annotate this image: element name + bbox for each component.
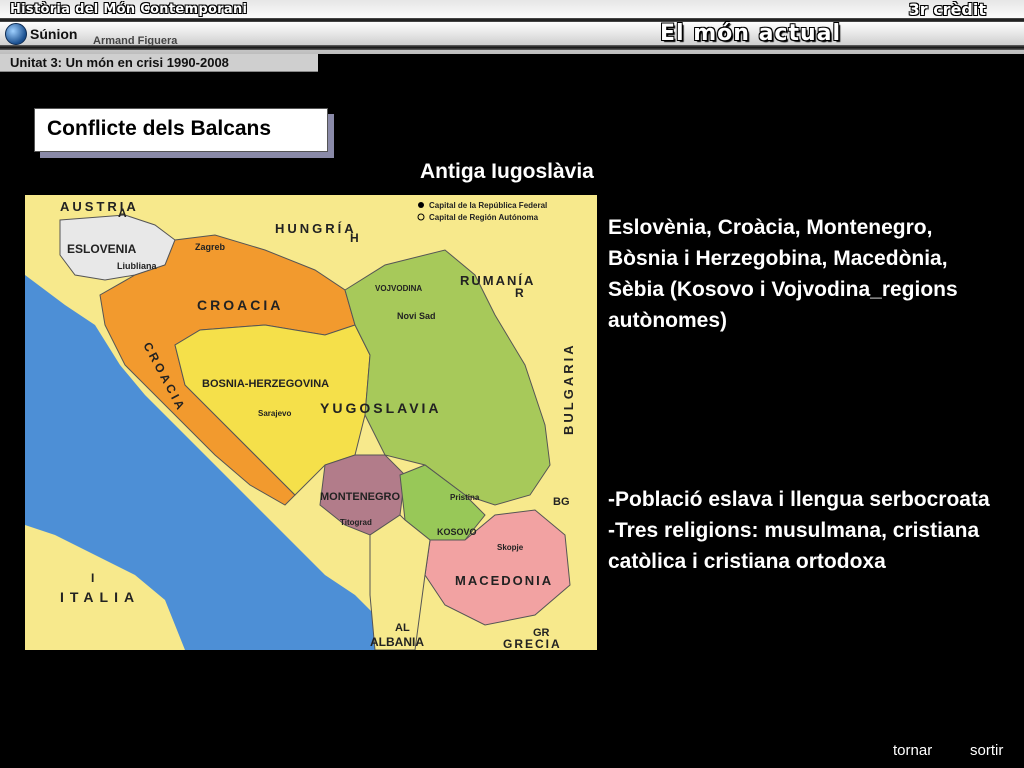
map-image: Capital de la República Federal Capital … [25, 195, 597, 650]
map-code-italia: I [91, 571, 94, 585]
map-label-hungria: HUNGRÍA [275, 221, 357, 236]
header-divider [0, 18, 1024, 22]
map-city-ljubljana: Liubliana [117, 261, 157, 271]
yugoslavia-map: Capital de la República Federal Capital … [25, 195, 597, 650]
map-label-rumania: RUMANÍA [460, 273, 535, 288]
author-name: Armand Figuera [93, 35, 178, 47]
map-city-titograd: Titograd [340, 518, 372, 527]
map-code-austria: A [118, 206, 127, 220]
slide-title: Conflicte dels Balcans [47, 117, 272, 140]
legend-item: Capital de Región Autónoma [429, 213, 539, 222]
map-code-hungria: H [350, 231, 359, 245]
map-city-sarajevo: Sarajevo [258, 409, 291, 418]
characteristic-item: -Tres religions: musulmana, cristiana ca… [608, 519, 980, 573]
unit-tab: Unitat 3: Un món en crisi 1990-2008 [0, 54, 318, 72]
map-label-bosnia: BOSNIA-HERZEGOVINA [202, 378, 329, 390]
map-label-vojvodina: VOJVODINA [375, 284, 422, 293]
back-link[interactable]: tornar [893, 742, 932, 759]
map-label-italia: ITALIA [60, 589, 140, 605]
countries-text: Eslovènia, Croàcia, Montenegro, Bòsnia i… [608, 216, 958, 332]
characteristic-item: -Població eslava i llengua serbocroata [608, 488, 990, 511]
course-title: Història del Món Contemporani [10, 2, 248, 17]
map-city-zagreb: Zagreb [195, 242, 226, 252]
credit-label: 3r crèdit [908, 0, 986, 19]
logo-text: Súnion [30, 26, 78, 42]
map-label-kosovo: KOSOVO [437, 527, 477, 537]
map-label-albania: ALBANIA [370, 635, 424, 649]
map-code-rumania: R [515, 286, 524, 300]
legend-item: Capital de la República Federal [429, 201, 547, 210]
map-city-skopje: Skopje [497, 543, 524, 552]
characteristics-text: -Població eslava i llengua serbocroata -… [608, 484, 1008, 577]
map-code-albania: AL [395, 622, 410, 634]
map-label-macedonia: MACEDONIA [455, 573, 553, 588]
globe-icon [5, 23, 27, 45]
slide-title-box: Conflicte dels Balcans [34, 108, 328, 152]
map-label-montenegro: MONTENEGRO [320, 491, 401, 503]
legend-marker-icon [418, 202, 424, 208]
map-label-croacia: CROACIA [197, 297, 283, 313]
unit-label: Unitat 3: Un món en crisi 1990-2008 [10, 55, 229, 70]
publisher-logo: Súnion [5, 23, 77, 45]
topic-title: El món actual [660, 21, 842, 46]
map-label-austria: AUSTRIA [60, 199, 139, 214]
map-label-bulgaria: BULGARIA [561, 342, 576, 435]
exit-link[interactable]: sortir [970, 742, 1003, 759]
map-city-pristina: Pristina [450, 493, 480, 502]
map-label-eslovenia: ESLOVENIA [67, 242, 137, 256]
map-code-bulgaria: BG [553, 496, 570, 508]
map-label-yugoslavia: YUGOSLAVIA [320, 400, 442, 416]
slide-subtitle: Antiga Iugoslàvia [420, 160, 594, 183]
map-city-novi-sad: Novi Sad [397, 311, 436, 321]
map-label-grecia: GRECIA [503, 637, 562, 650]
